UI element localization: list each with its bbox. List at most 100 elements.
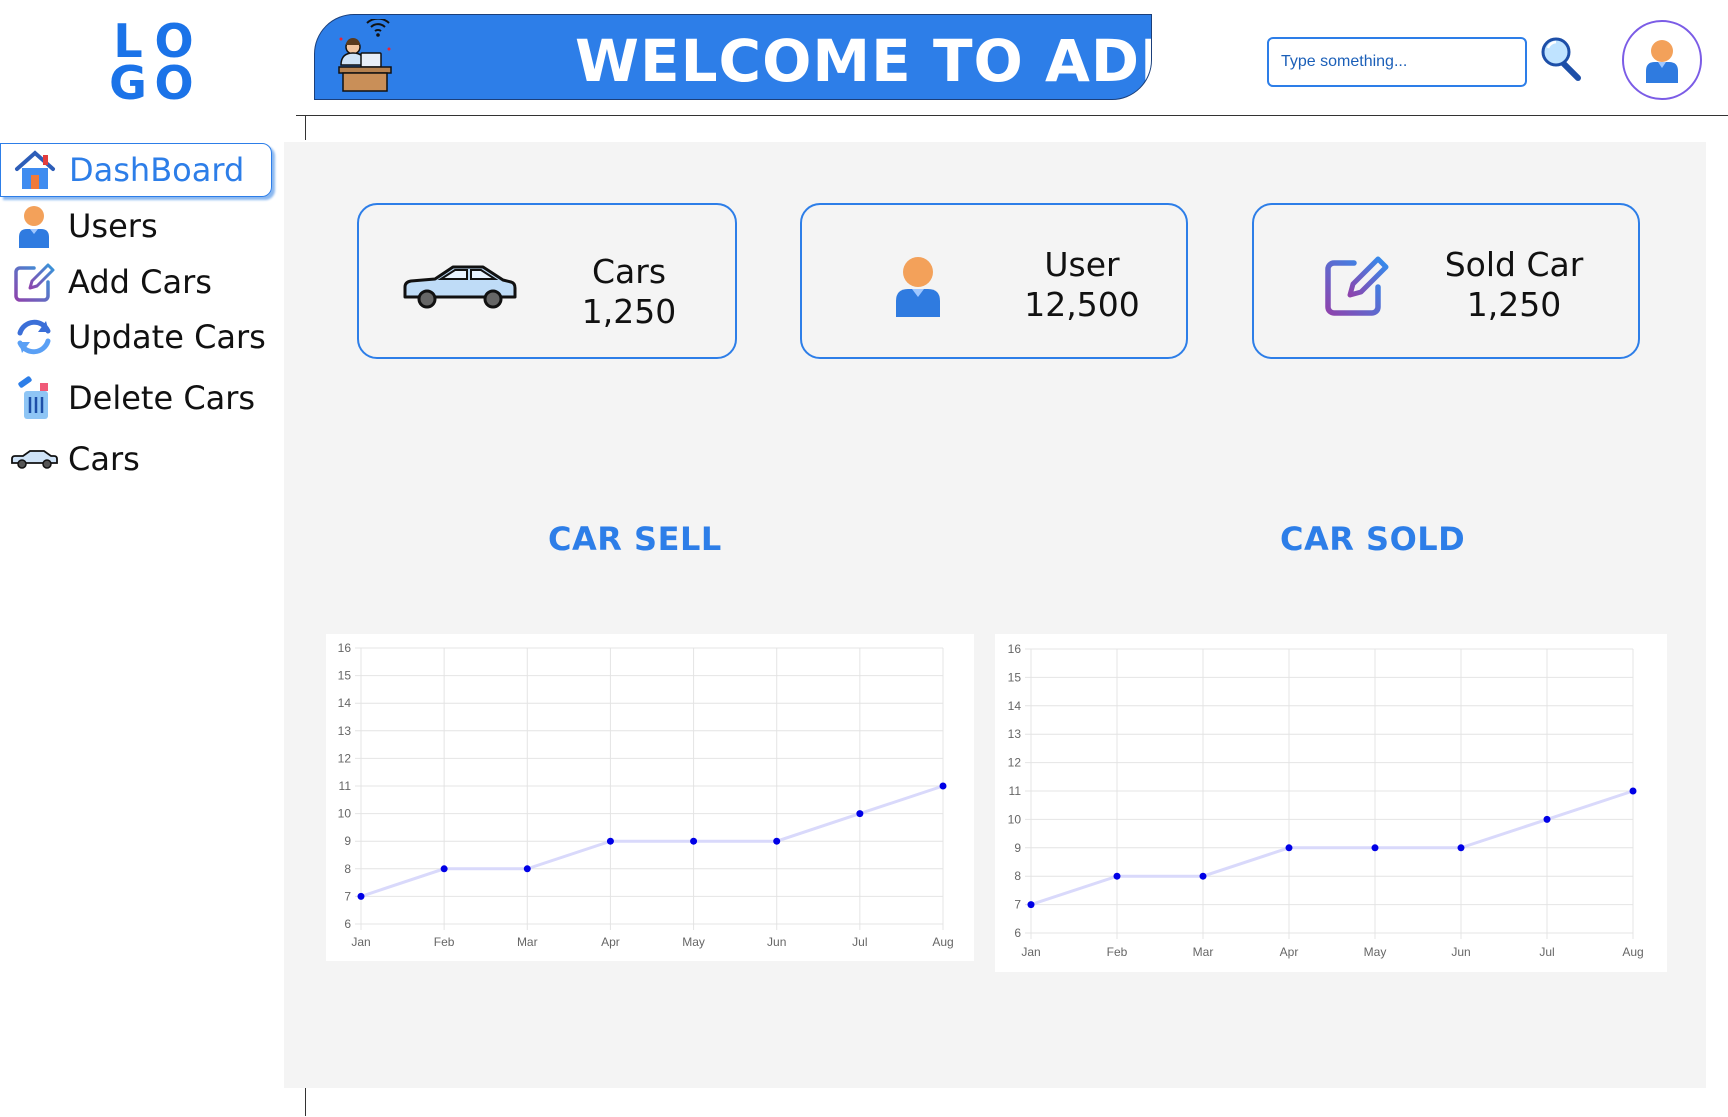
data-point (440, 865, 448, 873)
sidebar-item-label: Cars (68, 440, 140, 478)
data-point (606, 837, 614, 845)
x-tick-label: Apr (601, 935, 620, 949)
sidebar-item-dashboard[interactable]: DashBoard (0, 143, 272, 197)
x-tick-label: Jul (1539, 945, 1554, 959)
y-tick-label: 6 (344, 917, 351, 931)
divider-line (305, 116, 306, 140)
data-point (773, 837, 781, 845)
y-tick-label: 15 (1008, 670, 1022, 684)
sidebar-item-cars[interactable]: Cars (0, 432, 272, 486)
data-point (856, 810, 864, 818)
car-sold-chart: 6 7 8 9 10 11 12 13 14 15 16 Jan Feb Mar Apr May Jun Jul A… (995, 634, 1667, 972)
y-tick-label: 11 (1009, 784, 1022, 798)
sidebar-item-add-cars[interactable]: Add Cars (0, 255, 272, 309)
y-tick-label: 16 (1008, 642, 1022, 656)
chart-svg: 6 7 8 9 10 11 12 13 14 15 16 Jan Feb Mar Apr May Jun Jul A… (338, 641, 954, 949)
data-point (690, 837, 698, 845)
car-icon (10, 435, 58, 483)
x-tick-label: Apr (1280, 945, 1299, 959)
x-tick-label: Jun (1451, 945, 1470, 959)
y-tick-label: 12 (1008, 756, 1022, 770)
y-tick-label: 14 (338, 696, 352, 710)
y-tick-label: 9 (344, 834, 351, 848)
data-point (1629, 787, 1637, 795)
edit-icon (1322, 251, 1392, 323)
x-tick-label: Jan (351, 935, 370, 949)
car-icon (401, 263, 517, 313)
home-icon (11, 146, 59, 194)
section-title-car-sold: CAR SOLD (1280, 520, 1466, 558)
stat-card-sold-car[interactable]: Sold Car 1,250 (1252, 203, 1640, 359)
y-tick-label: 14 (1008, 699, 1022, 713)
y-tick-label: 11 (339, 779, 352, 793)
divider-line (305, 1088, 306, 1116)
header-divider (296, 115, 1728, 116)
data-point (523, 865, 531, 873)
x-tick-label: Aug (1622, 945, 1643, 959)
y-tick-label: 13 (338, 724, 352, 738)
x-tick-label: May (1364, 945, 1387, 959)
x-tick-label: Feb (434, 935, 455, 949)
stat-value: 1,250 (581, 292, 677, 331)
data-point (1113, 872, 1121, 880)
y-tick-label: 13 (1008, 727, 1022, 741)
data-point (1457, 844, 1465, 852)
user-avatar-icon (1646, 40, 1678, 83)
refresh-icon (10, 313, 58, 361)
x-tick-label: May (682, 935, 705, 949)
x-tick-label: Jan (1021, 945, 1040, 959)
y-tick-label: 8 (344, 862, 351, 876)
y-tick-label: 6 (1014, 926, 1021, 940)
x-tick-label: Feb (1107, 945, 1128, 959)
avatar[interactable] (1622, 20, 1702, 100)
x-tick-label: Jun (767, 935, 786, 949)
data-point (1199, 872, 1207, 880)
x-tick-label: Jul (852, 935, 867, 949)
x-tick-label: Mar (1193, 945, 1214, 959)
sidebar-item-update-cars[interactable]: Update Cars (0, 310, 272, 364)
y-tick-label: 15 (338, 669, 352, 683)
logo-letter: G (109, 56, 147, 110)
sidebar-item-label: Update Cars (68, 318, 266, 356)
data-point (1285, 844, 1293, 852)
data-point (357, 892, 365, 900)
user-icon (894, 255, 942, 321)
page-title: WELCOME TO ADMIN (575, 27, 1151, 95)
data-point (1371, 844, 1379, 852)
search-icon[interactable] (1540, 36, 1582, 82)
sidebar-item-label: Add Cars (68, 263, 212, 301)
stat-value: 12,500 (1024, 285, 1140, 324)
welcome-banner: WELCOME TO ADMIN (314, 14, 1152, 100)
search-input[interactable] (1267, 37, 1527, 87)
edit-icon (10, 258, 58, 306)
y-tick-label: 7 (344, 889, 351, 903)
chart-svg: 6 7 8 9 10 11 12 13 14 15 16 Jan Feb Mar Apr May Jun Jul A… (1008, 642, 1644, 959)
stat-card-cars[interactable]: Cars 1,250 (357, 203, 737, 359)
stat-value: 1,250 (1466, 285, 1562, 324)
data-point (939, 782, 947, 790)
y-tick-label: 10 (338, 807, 352, 821)
x-tick-label: Mar (517, 935, 538, 949)
logo: L O G O (106, 18, 198, 110)
sidebar-item-users[interactable]: Users (0, 199, 272, 253)
user-icon (10, 202, 58, 250)
admin-desk-icon (337, 17, 403, 95)
y-tick-label: 7 (1014, 898, 1021, 912)
stat-label: User (1044, 245, 1120, 284)
y-tick-label: 9 (1014, 841, 1021, 855)
trash-icon (10, 374, 58, 422)
logo-letter: O (154, 56, 194, 110)
sidebar-item-label: Users (68, 207, 158, 245)
sidebar-item-label: DashBoard (69, 151, 245, 189)
stat-card-users[interactable]: User 12,500 (800, 203, 1188, 359)
y-tick-label: 12 (338, 751, 352, 765)
sidebar-item-delete-cars[interactable]: Delete Cars (0, 371, 272, 425)
data-point (1543, 815, 1551, 823)
stat-label: Sold Car (1444, 245, 1584, 284)
section-title-car-sell: CAR SELL (548, 520, 722, 558)
sidebar-item-label: Delete Cars (68, 379, 256, 417)
y-tick-label: 8 (1014, 869, 1021, 883)
y-tick-label: 10 (1008, 812, 1022, 826)
car-sell-chart: 6 7 8 9 10 11 12 13 14 15 16 Jan Feb Mar Apr May Jun Jul A… (326, 634, 974, 961)
data-point (1027, 901, 1035, 909)
